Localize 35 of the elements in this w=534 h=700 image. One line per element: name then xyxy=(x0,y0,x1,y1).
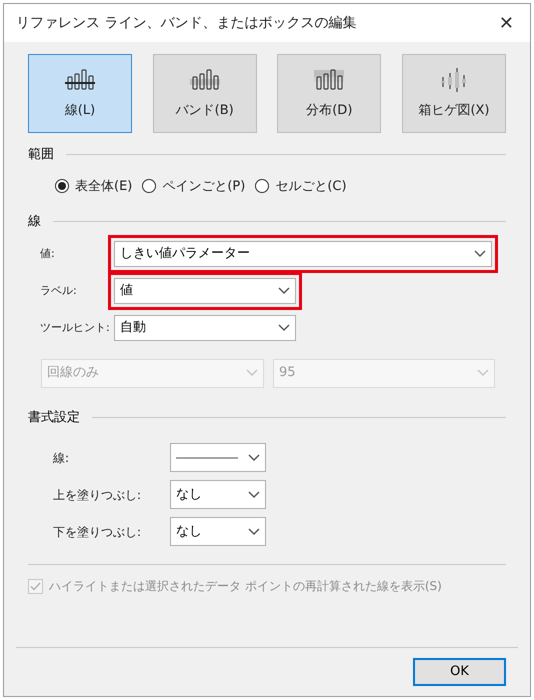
section-heading: 線 xyxy=(28,213,41,231)
scope-radio[interactable]: 表全体(E) xyxy=(55,176,132,196)
ok-button[interactable]: OK xyxy=(413,658,506,686)
section-heading: 範囲 xyxy=(28,146,54,164)
caret-icon xyxy=(248,454,260,462)
field-label: 線: xyxy=(53,450,70,466)
value-dropdown[interactable]: 自動 xyxy=(114,315,296,341)
reference-type-button[interactable]: バンド(B) xyxy=(152,54,257,133)
scope-radio[interactable]: セルごと(C) xyxy=(255,176,347,196)
format-dropdown[interactable] xyxy=(170,443,266,472)
checkmark-icon xyxy=(30,582,41,590)
field-label: ツールヒント: xyxy=(40,320,111,336)
caret-icon xyxy=(248,490,260,498)
format-dropdown[interactable]: なし xyxy=(170,480,266,509)
caret-icon xyxy=(477,369,489,377)
caret-icon xyxy=(246,369,258,377)
field-label: 値: xyxy=(40,246,56,262)
window-title: リファレンス ライン、バンド、またはボックスの編集 xyxy=(16,14,356,32)
field-label: ラベル: xyxy=(40,282,78,299)
reference-type-button[interactable]: 箱ヒゲ図(X) xyxy=(402,54,506,133)
close-button[interactable]: ✕ xyxy=(494,10,518,36)
line-style-icon xyxy=(176,456,238,460)
value-dropdown[interactable]: 値 xyxy=(114,278,296,304)
field-label: 下を塗りつぶし: xyxy=(53,524,142,540)
format-dropdown[interactable]: なし xyxy=(170,517,266,546)
caret-icon xyxy=(474,250,486,258)
scope-radio[interactable]: ペインごと(P) xyxy=(142,176,246,196)
caret-icon xyxy=(248,528,260,536)
value-dropdown[interactable]: しきい値パラメーター xyxy=(114,241,492,267)
section-heading: 書式設定 xyxy=(28,408,80,426)
caret-icon xyxy=(278,324,290,332)
caret-icon xyxy=(278,287,290,295)
reference-type-button[interactable]: 分布(D) xyxy=(277,54,382,133)
field-label: 上を塗りつぶし: xyxy=(53,486,142,504)
reference-type-button[interactable]: 線(L) xyxy=(28,54,132,133)
